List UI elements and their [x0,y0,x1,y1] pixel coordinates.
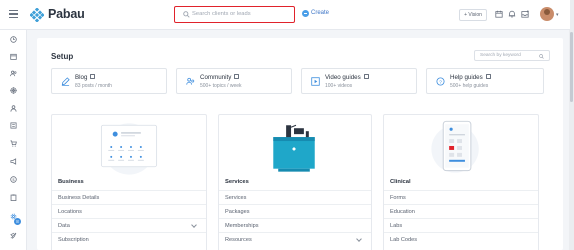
calendar-icon[interactable] [495,10,503,18]
user-avatar[interactable] [540,7,554,21]
bell-icon[interactable] [508,10,516,18]
list-item[interactable]: Subscription [52,232,206,246]
card-title: Blog [75,74,96,81]
create-label: Create [311,10,330,16]
search-icon [539,53,544,59]
vision-button[interactable]: + Vision [459,9,487,21]
business-section: Business Business Details Locations Data… [51,114,207,250]
section-heading: Services [225,179,249,185]
blog-card[interactable]: Blog 83 posts / month [51,68,167,94]
card-subtitle: 500+ topics / week [200,83,242,89]
top-bar: Pabau Search clients or leads Create + V… [0,0,574,30]
card-subtitle: 100+ videos [325,83,353,89]
list-item[interactable]: Locations [52,204,206,218]
external-link-icon [363,74,369,79]
section-heading: Clinical [390,179,411,185]
list-item[interactable]: Resources [219,232,371,246]
section-heading: Business [58,179,84,185]
services-section: Services Services Packages Memberships R… [218,114,372,250]
community-icon [186,77,195,85]
list-item[interactable]: Data [52,218,206,232]
cart-icon[interactable] [10,140,17,147]
dollar-icon[interactable]: $ [10,176,17,183]
scrollbar-track [570,0,574,30]
scrollbar-thumb[interactable] [570,32,573,102]
card-subtitle: 83 posts / month [75,83,112,89]
video-icon [311,77,320,86]
clinical-section: Clinical Forms Education Labs Lab Codes [383,114,539,250]
app-name: Pabau [48,7,85,21]
help-icon: ? [436,77,445,86]
rocket-icon[interactable] [10,232,17,239]
help-guides-card[interactable]: ? Help guides 500+ help guides [426,68,544,94]
global-search-input[interactable]: Search clients or leads [174,6,295,23]
pencil-icon [61,77,70,86]
card-title: Video guides [325,74,369,81]
external-link-icon [234,74,240,79]
users-icon[interactable] [10,70,17,77]
list-item[interactable]: Lab Codes [384,232,538,246]
svg-text:?: ? [439,79,442,85]
list-item[interactable]: Education [384,204,538,218]
plus-circle-icon [302,10,309,17]
report-icon[interactable] [10,122,17,129]
person-icon[interactable] [10,105,17,112]
card-title: Help guides [450,74,491,81]
card-subtitle: 500+ help guides [450,83,489,89]
services-illustration [273,124,315,172]
list-item[interactable]: Memberships [219,218,371,232]
clipboard-icon[interactable] [10,194,17,201]
inbox-icon[interactable] [521,10,529,18]
menu-icon[interactable] [9,10,18,18]
calendar-icon[interactable] [10,53,17,60]
external-link-icon [485,74,491,79]
list-item[interactable]: Forms [384,190,538,204]
search-placeholder: Search clients or leads [192,11,251,17]
community-card[interactable]: Community 500+ topics / week [176,68,292,94]
search-icon [183,11,190,18]
pabau-logo-icon [30,8,44,22]
clinical-illustration [431,120,479,173]
svg-text:$: $ [12,177,15,182]
list-item[interactable]: Business Details [52,190,206,204]
keyword-search-placeholder: Search by keyword [480,53,521,58]
left-sidebar: $ 8 [0,30,27,250]
list-item[interactable]: Packages [219,204,371,218]
clock-icon[interactable] [10,36,17,43]
external-link-icon [90,74,96,79]
video-guides-card[interactable]: Video guides 100+ videos [301,68,417,94]
page-scrollbar[interactable] [569,30,574,250]
page-title: Setup [51,52,74,61]
chevron-down-icon [356,236,362,242]
chevron-down-icon [191,222,197,228]
card-title: Community [200,74,240,81]
keyword-search-input[interactable]: Search by keyword [474,50,550,61]
list-item[interactable]: Services [219,190,371,204]
setup-panel: Setup Search by keyword Blog 83 posts / … [37,38,563,250]
business-illustration [100,123,158,175]
chevron-down-icon[interactable]: ▾ [556,12,559,18]
list-item[interactable]: Labs [384,218,538,232]
megaphone-icon[interactable] [10,158,17,165]
gear-icon[interactable] [10,213,17,220]
target-icon[interactable] [10,87,17,94]
